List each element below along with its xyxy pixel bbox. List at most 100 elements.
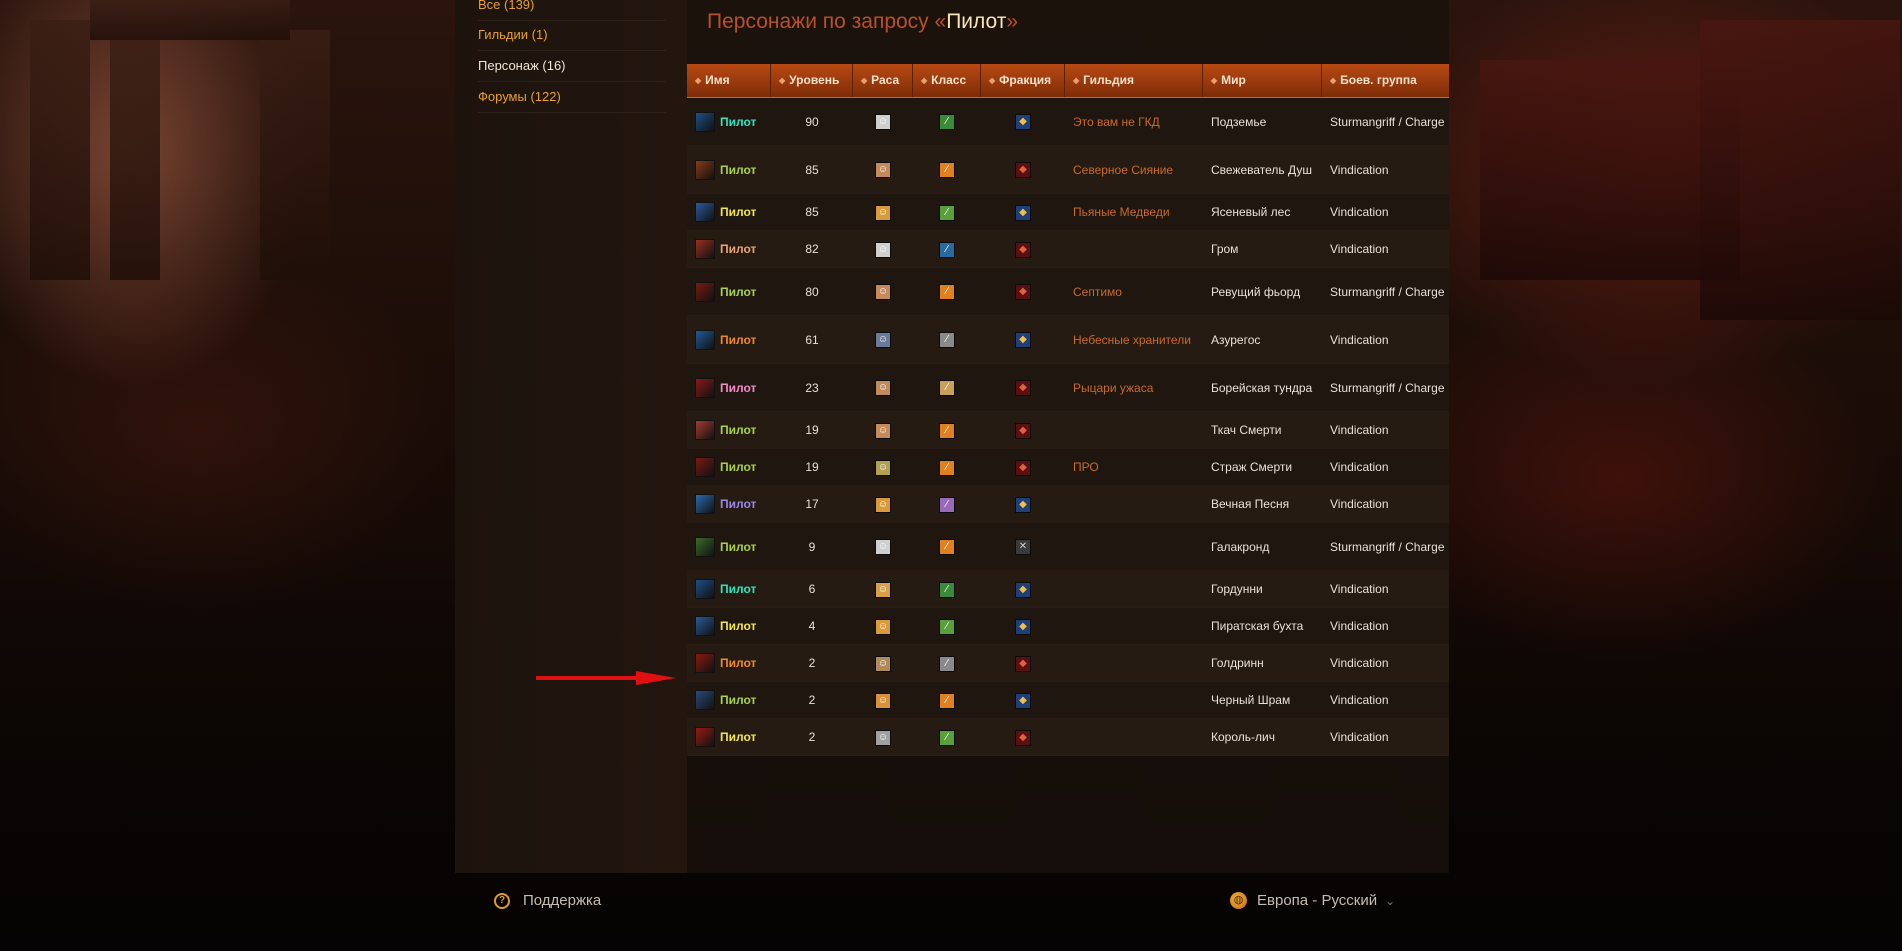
character-avatar[interactable] (695, 536, 715, 557)
table-row[interactable]: Пилот 23 ☺ ⁄ ◆ Рыцари ужаса Борейская тундра St… (687, 364, 1449, 412)
character-avatar[interactable] (695, 727, 715, 747)
character-avatar[interactable] (695, 377, 715, 398)
cell-race: ☺ (853, 654, 913, 672)
character-name-link[interactable]: Пилот (720, 617, 756, 635)
support-link[interactable]: ? Поддержка (494, 892, 601, 909)
character-name-link[interactable]: Пилот (720, 283, 756, 301)
cell-realm: Ткач Смерти (1211, 423, 1282, 437)
character-name-link[interactable]: Пилот (720, 113, 756, 131)
character-avatar[interactable] (695, 579, 715, 599)
character-name-link[interactable]: Пилот (720, 421, 756, 439)
race-icon: ☺ (875, 204, 891, 221)
character-name-link[interactable]: Пилот (720, 728, 756, 746)
cell-class: ⁄ (913, 421, 981, 439)
cell-class: ⁄ (913, 538, 981, 556)
table-row[interactable]: Пилот 19 ☺ ⁄ ◆ ПРО Страж Смерти Vindication (687, 449, 1449, 486)
guild-link[interactable]: Это вам не ГКД (1065, 113, 1203, 131)
region-selector[interactable]: ◍ Европа - Русский ⌄ (1230, 892, 1395, 909)
cell-faction: ◆ (981, 728, 1065, 746)
cell-name: Пилот (687, 616, 771, 636)
character-avatar[interactable] (695, 111, 715, 132)
guild-link[interactable]: Септимо (1065, 283, 1203, 301)
table-row[interactable]: Пилот 82 ☺ ⁄ ◆ Гром Vindication (687, 231, 1449, 268)
horde-faction-icon: ◆ (1015, 162, 1031, 179)
cell-race: ☺ (853, 379, 913, 397)
guild-link[interactable]: Небесные хранители (1065, 331, 1203, 349)
character-name-link[interactable]: Пилот (720, 203, 756, 221)
cell-race: ☺ (853, 113, 913, 131)
guild-link[interactable]: Рыцари ужаса (1065, 379, 1203, 397)
cell-race: ☺ (853, 617, 913, 635)
table-row[interactable]: Пилот 2 ☺ ⁄ ◆ Король-лич Vindication (687, 719, 1449, 756)
cell-realm: Король-лич (1211, 730, 1275, 744)
character-name-link[interactable]: Пилот (720, 240, 756, 258)
character-avatar[interactable] (695, 420, 715, 440)
column-guild[interactable]: ◆ Гильдия (1065, 64, 1203, 97)
cell-realm: Ясеневый лес (1211, 205, 1291, 219)
help-icon: ? (494, 892, 510, 909)
cell-level: 19 (805, 423, 819, 437)
character-avatar[interactable] (695, 653, 715, 673)
table-row[interactable]: Пилот 2 ☺ ⁄ ◆ Голдринн Vindication (687, 645, 1449, 682)
table-row[interactable]: Пилот 85 ☺ ⁄ ◆ Пьяные Медведи Ясеневый лес Vind… (687, 194, 1449, 231)
character-name-link[interactable]: Пилот (720, 538, 756, 556)
table-row[interactable]: Пилот 80 ☺ ⁄ ◆ Септимо Ревущий фьорд Sturmangri… (687, 268, 1449, 316)
table-row[interactable]: Пилот 61 ☺ ⁄ ◆ Небесные хранители Азурегос Vind… (687, 316, 1449, 364)
table-row[interactable]: Пилот 9 ☺ ⁄ ✕ Галакронд Sturmangriff / Charge (687, 523, 1449, 571)
column-level[interactable]: ◆ Уровень (771, 64, 853, 97)
column-race[interactable]: ◆ Раса (853, 64, 913, 97)
character-avatar[interactable] (695, 202, 715, 222)
class-icon: ⁄ (939, 284, 955, 301)
column-battlegroup[interactable]: ◆ Боев. группа (1322, 64, 1449, 97)
column-realm[interactable]: ◆ Мир (1203, 64, 1322, 97)
sidebar-item-characters[interactable]: Персонаж (16) (478, 51, 666, 82)
table-row[interactable]: Пилот 17 ☺ ⁄ ◆ Вечная Песня Vindication (687, 486, 1449, 523)
guild-link[interactable]: Пьяные Медведи (1065, 203, 1203, 221)
sidebar-item-forums[interactable]: Форумы (122) (478, 82, 666, 113)
character-name-link[interactable]: Пилот (720, 379, 756, 397)
character-avatar[interactable] (695, 329, 715, 350)
column-name[interactable]: ◆ Имя (687, 64, 771, 97)
cell-race: ☺ (853, 161, 913, 179)
character-avatar[interactable] (695, 239, 715, 259)
table-row[interactable]: Пилот 85 ☺ ⁄ ◆ Северное Сияние Свежеватель Душ… (687, 146, 1449, 194)
ruin-pillar-right (260, 30, 330, 280)
character-avatar[interactable] (695, 690, 715, 710)
race-icon: ☺ (875, 496, 891, 513)
guild-link[interactable]: Северное Сияние (1065, 161, 1203, 179)
cell-level: 2 (808, 730, 816, 744)
cell-realm: Пиратская бухта (1211, 619, 1304, 633)
character-avatar[interactable] (695, 616, 715, 636)
sort-icon: ◆ (921, 76, 928, 85)
character-name-link[interactable]: Пилот (720, 458, 756, 476)
cell-class: ⁄ (913, 113, 981, 131)
character-avatar[interactable] (695, 281, 715, 302)
table-row[interactable]: Пилот 90 ☺ ⁄ ◆ Это вам не ГКД Подземье Sturmang… (687, 98, 1449, 146)
sidebar-item-all[interactable]: Все (139) (478, 0, 666, 21)
cell-battlegroup: Vindication (1330, 582, 1389, 596)
horde-faction-icon: ◆ (1015, 422, 1031, 439)
character-name-link[interactable]: Пилот (720, 654, 756, 672)
character-avatar[interactable] (695, 457, 715, 477)
column-faction[interactable]: ◆ Фракция (981, 64, 1065, 97)
title-query: Пилот (946, 10, 1007, 33)
table-row[interactable]: Пилот 2 ☺ ⁄ ◆ Черный Шрам Vindication (687, 682, 1449, 719)
table-row[interactable]: Пилот 19 ☺ ⁄ ◆ Ткач Смерти Vindication (687, 412, 1449, 449)
alliance-faction-icon: ◆ (1015, 618, 1031, 635)
guild-link[interactable]: ПРО (1065, 458, 1203, 476)
character-avatar[interactable] (695, 159, 715, 180)
character-avatar[interactable] (695, 494, 715, 514)
column-class[interactable]: ◆ Класс (913, 64, 981, 97)
character-name-link[interactable]: Пилот (720, 580, 756, 598)
character-name-link[interactable]: Пилот (720, 161, 756, 179)
character-name-link[interactable]: Пилот (720, 331, 756, 349)
table-row[interactable]: Пилот 6 ☺ ⁄ ◆ Гордунни Vindication (687, 571, 1449, 608)
sidebar-item-guilds[interactable]: Гильдии (1) (478, 20, 666, 51)
table-row[interactable]: Пилот 4 ☺ ⁄ ◆ Пиратская бухта Vindication (687, 608, 1449, 645)
class-icon: ⁄ (939, 162, 955, 179)
character-name-link[interactable]: Пилот (720, 691, 756, 709)
character-name-link[interactable]: Пилот (720, 495, 756, 513)
cell-battlegroup: Sturmangriff / Charge (1330, 114, 1445, 129)
cell-class: ⁄ (913, 458, 981, 476)
cell-battlegroup: Vindication (1330, 423, 1389, 437)
